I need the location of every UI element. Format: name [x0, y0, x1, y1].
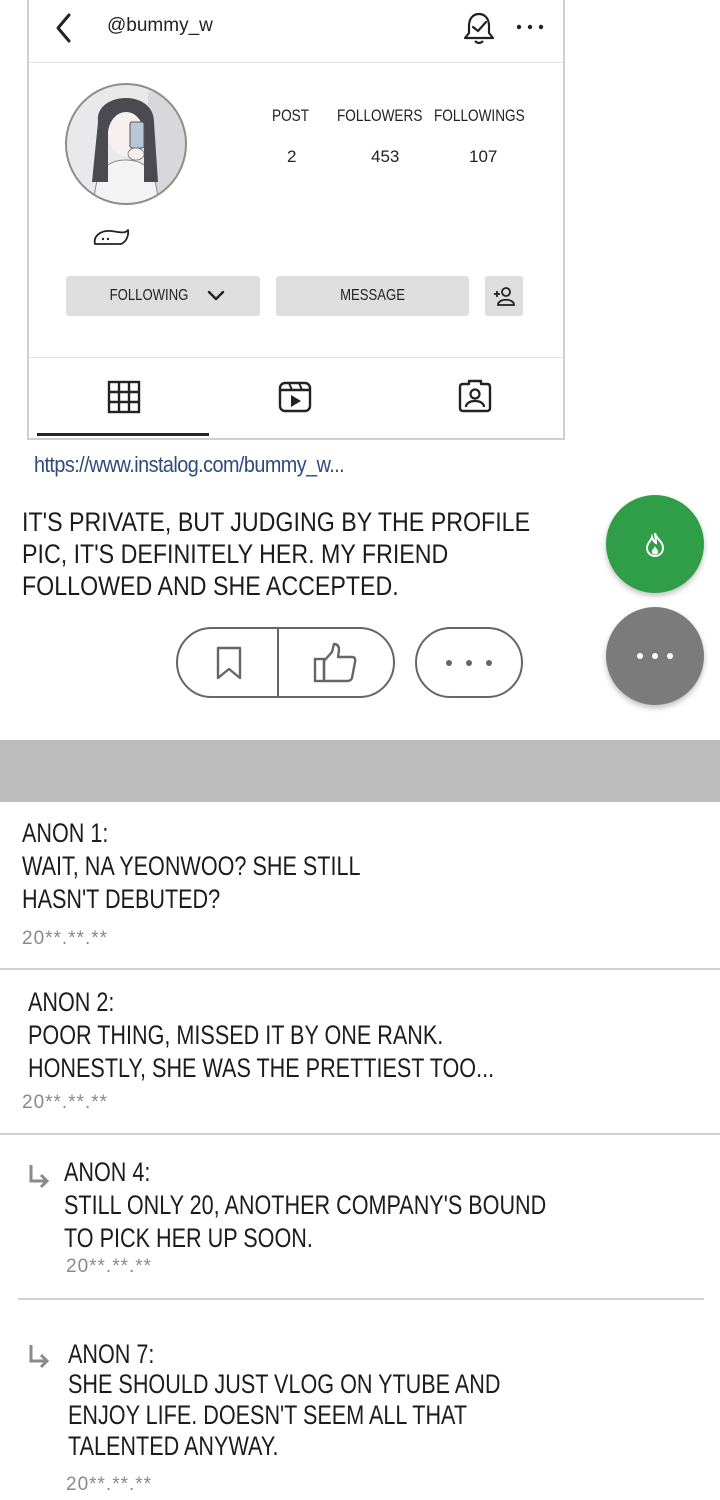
comment-body: STILL ONLY 20, ANOTHER COMPANY'S BOUND T… — [64, 1190, 547, 1253]
comment-author: ANON 7: — [68, 1339, 155, 1369]
comment-separator — [0, 968, 720, 970]
more-horizontal-icon — [637, 653, 673, 659]
add-user-icon — [494, 287, 515, 306]
reaction-pill — [176, 627, 395, 698]
following-button-label: FOLLOWING — [109, 287, 189, 304]
comment-date: 20**.**.** — [22, 1092, 109, 1113]
more-horizontal-icon[interactable] — [515, 22, 547, 32]
comment-author: ANON 1: — [22, 818, 109, 848]
tagged-user-icon[interactable] — [457, 377, 493, 413]
comment-separator — [0, 1133, 720, 1135]
bell-check-icon[interactable] — [461, 10, 497, 46]
active-tab-indicator — [37, 433, 209, 436]
comment-author: ANON 4: — [64, 1157, 151, 1187]
stat-value-followings[interactable]: 107 — [469, 147, 497, 167]
profile-card: @bummy_w POST FOLLOWERS FOLLOWINGS 2 453… — [27, 0, 565, 440]
header-divider — [29, 62, 563, 63]
profile-username: @bummy_w — [107, 15, 213, 36]
reply-arrow-icon — [29, 1165, 50, 1189]
comment-date: 20**.**.** — [66, 1474, 153, 1495]
thumbs-up-icon[interactable] — [312, 642, 358, 684]
stat-value-post[interactable]: 2 — [287, 147, 296, 167]
grid-icon[interactable] — [106, 379, 142, 415]
pill-divider — [277, 629, 279, 696]
stat-label-followings: FOLLOWINGS — [434, 106, 525, 125]
stat-label-post: POST — [272, 106, 310, 125]
post-line: PIC, IT'S DEFINITELY HER. MY FRIEND — [22, 539, 449, 569]
message-button[interactable]: MESSAGE — [276, 276, 469, 316]
add-user-button[interactable] — [485, 276, 523, 316]
flame-icon — [645, 532, 665, 557]
more-horizontal-icon — [446, 660, 492, 666]
comment-body: POOR THING, MISSED IT BY ONE RANK. HONES… — [28, 1020, 495, 1083]
hot-button[interactable] — [606, 495, 704, 593]
comment-body: SHE SHOULD JUST VLOG ON YTUBE AND ENJOY … — [68, 1369, 501, 1461]
more-fab-button[interactable] — [606, 607, 704, 705]
pet-emoji-icon — [93, 229, 130, 245]
section-divider — [0, 740, 720, 802]
comment-date: 20**.**.** — [66, 1256, 153, 1277]
post-line: IT'S PRIVATE, BUT JUDGING BY THE PROFILE — [22, 507, 531, 537]
following-button[interactable]: FOLLOWING — [66, 276, 260, 316]
profile-link[interactable]: https://www.instalog.com/bummy_w... — [34, 452, 379, 478]
stat-value-followers[interactable]: 453 — [371, 147, 399, 167]
chevron-down-icon — [207, 290, 225, 301]
reply-arrow-icon — [29, 1345, 50, 1369]
avatar[interactable] — [64, 82, 188, 206]
message-button-label: MESSAGE — [340, 287, 405, 304]
post-body: IT'S PRIVATE, BUT JUDGING BY THE PROFILE… — [22, 506, 613, 602]
comment-separator — [18, 1298, 704, 1300]
comment-author: ANON 2: — [28, 987, 115, 1017]
chevron-left-icon[interactable] — [53, 12, 75, 44]
post-line: FOLLOWED AND SHE ACCEPTED. — [22, 571, 399, 601]
tabs-divider — [29, 357, 563, 358]
reels-icon[interactable] — [277, 379, 313, 415]
stat-label-followers: FOLLOWERS — [337, 106, 423, 125]
comment-body: WAIT, NA YEONWOO? SHE STILL HASN'T DEBUT… — [22, 851, 361, 914]
bookmark-icon[interactable] — [214, 645, 244, 681]
comment-date: 20**.**.** — [22, 928, 109, 949]
more-options-button[interactable] — [415, 627, 523, 698]
